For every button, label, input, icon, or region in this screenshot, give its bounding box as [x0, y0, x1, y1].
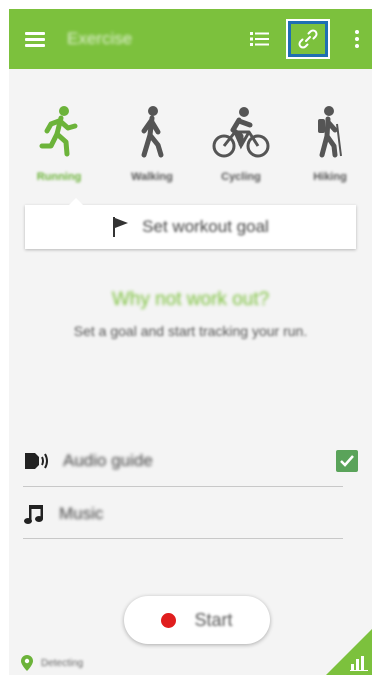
activity-walking[interactable]: Walking: [116, 104, 188, 183]
list-button[interactable]: [244, 21, 276, 57]
goal-label: Set workout goal: [142, 217, 269, 236]
menu-button[interactable]: [21, 21, 49, 57]
speaker-icon: [25, 453, 48, 469]
page-title: Exercise: [67, 29, 133, 48]
prompt-subtext: Set a goal and start tracking your run.: [73, 323, 308, 339]
activity-label: Cycling: [221, 171, 261, 183]
activity-label: Running: [36, 171, 82, 183]
activity-hiking[interactable]: Hiking: [294, 104, 366, 183]
walking-icon: [141, 106, 164, 158]
start-button[interactable]: Start: [124, 596, 270, 644]
bar-chart-icon[interactable]: [350, 655, 368, 671]
activity-label: Walking: [131, 171, 173, 183]
activity-cycling[interactable]: Cycling: [205, 104, 277, 183]
status-text: Detecting: [41, 657, 84, 669]
prompt-headline: Why not work out?: [111, 289, 270, 310]
running-icon: [39, 106, 78, 157]
flag-icon: [113, 217, 129, 237]
link-button[interactable]: [286, 19, 330, 59]
hiking-icon: [318, 106, 342, 158]
location-pin-icon: [21, 655, 33, 671]
music-row[interactable]: Music: [23, 491, 343, 537]
more-icon: [355, 27, 359, 51]
divider: [23, 538, 343, 539]
cycling-icon: [212, 107, 270, 158]
audio-guide-checkbox[interactable]: [336, 450, 358, 472]
gps-status: Detecting: [21, 655, 83, 671]
activity-label: Hiking: [313, 171, 347, 183]
menu-icon: [25, 29, 45, 50]
music-label: Music: [59, 504, 104, 523]
set-workout-goal-button[interactable]: Set workout goal: [25, 198, 356, 249]
activity-running[interactable]: Running: [23, 104, 95, 183]
app-bar: Exercise: [9, 9, 372, 69]
music-note-icon: [24, 505, 43, 524]
audio-guide-label: Audio guide: [63, 451, 153, 470]
checkmark-icon: [340, 455, 354, 467]
more-options-button[interactable]: [347, 21, 367, 57]
audio-guide-row[interactable]: Audio guide: [23, 438, 343, 484]
start-label: Start: [194, 609, 233, 630]
link-icon: [298, 29, 318, 49]
app-window: Exercise Running Walking Cycling Hiking …: [9, 9, 372, 675]
selection-pointer: [69, 198, 83, 205]
list-icon: [250, 32, 269, 46]
record-dot-icon: [161, 612, 177, 628]
divider: [23, 486, 343, 487]
